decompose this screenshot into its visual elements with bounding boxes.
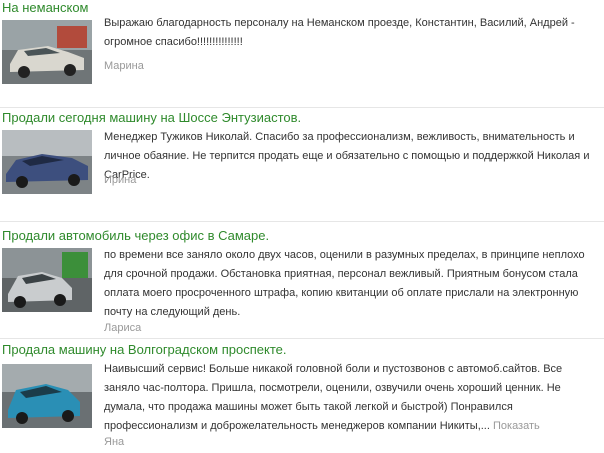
review-title[interactable]: Продали автомобиль через офис в Самаре. <box>2 228 269 244</box>
divider <box>0 221 604 222</box>
divider <box>0 107 604 108</box>
review-text: Выражаю благодарность персоналу на Неман… <box>104 17 575 48</box>
review-title[interactable]: Продала машину на Волгоградском проспект… <box>2 342 286 358</box>
car-photo <box>2 130 92 194</box>
review-author: Лариса <box>104 322 142 334</box>
review-title[interactable]: На неманском <box>2 0 89 16</box>
car-photo <box>2 248 92 312</box>
review-author: Яна <box>104 436 125 448</box>
review-author: Ирина <box>104 174 137 186</box>
car-photo <box>2 20 92 84</box>
divider <box>0 338 604 339</box>
car-photo <box>2 364 92 428</box>
review-title[interactable]: Продали сегодня машину на Шоссе Энтузиас… <box>2 110 301 126</box>
review-text: Наивысший сервис! Больше никакой головно… <box>104 360 598 436</box>
show-more-link[interactable]: Показать <box>493 420 540 432</box>
review-text: по времени все заняло около двух часов, … <box>104 249 585 318</box>
review-text: Менеджер Тужиков Николай. Спасибо за про… <box>104 131 590 181</box>
review-author: Марина <box>104 60 144 72</box>
